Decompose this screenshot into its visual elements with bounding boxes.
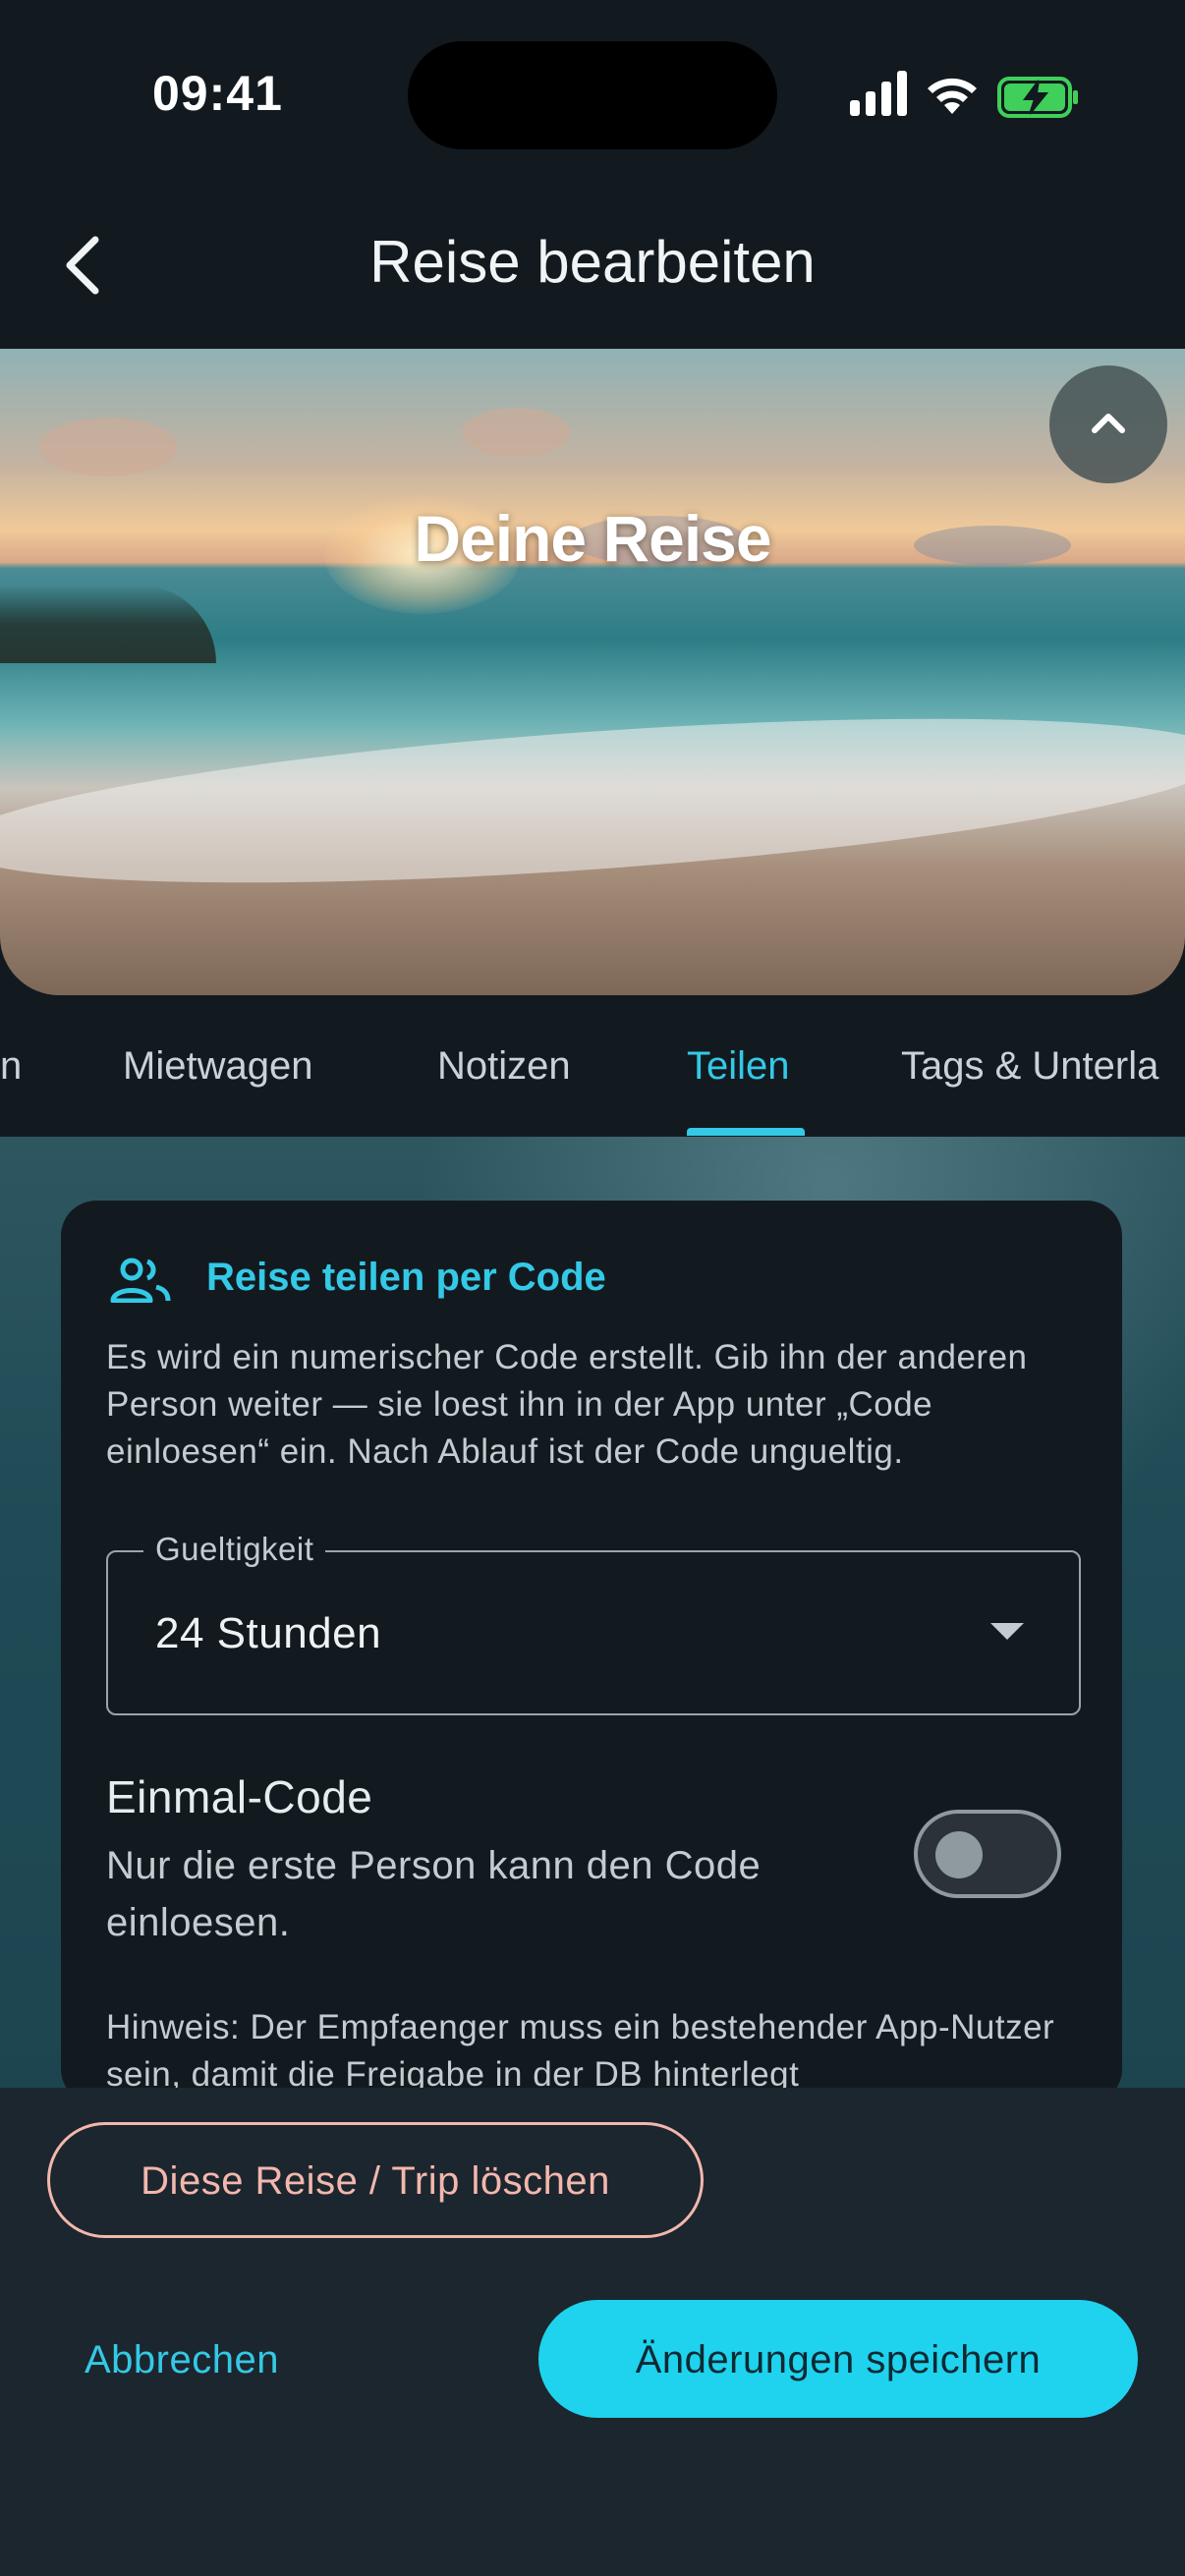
- people-icon: [110, 1258, 171, 1303]
- one-time-code-description: Nur die erste Person kann den Code einlo…: [106, 1844, 762, 1944]
- validity-value: 24 Stunden: [155, 1609, 382, 1657]
- palm-shoreline: [0, 585, 216, 663]
- wifi-icon: [928, 78, 977, 114]
- active-tab-indicator: [687, 1128, 805, 1136]
- tab-partial[interactable]: n: [0, 1044, 22, 1089]
- tab-notizen[interactable]: Notizen: [437, 1044, 571, 1089]
- tab-teilen[interactable]: Teilen: [687, 1044, 790, 1089]
- save-changes-label: Änderungen speichern: [635, 2338, 1042, 2381]
- share-card-heading: Reise teilen per Code: [206, 1256, 606, 1299]
- cellular-signal-icon: [850, 71, 907, 116]
- delete-trip-label: Diese Reise / Trip löschen: [141, 2159, 610, 2203]
- share-card-description: Es wird ein numerischer Code erstellt. G…: [106, 1338, 1028, 1471]
- cancel-button[interactable]: Abbrechen: [85, 2338, 279, 2382]
- battery-charging-icon: [997, 77, 1078, 118]
- dropdown-arrow-icon[interactable]: [990, 1623, 1024, 1640]
- collapse-button[interactable]: [1049, 365, 1167, 483]
- chevron-up-icon: [1092, 414, 1125, 433]
- tab-mietwagen[interactable]: Mietwagen: [123, 1044, 312, 1089]
- validity-label: Gueltigkeit: [143, 1531, 326, 1568]
- cloud: [39, 418, 177, 476]
- wave-foam: [0, 687, 1185, 915]
- hero-beach-image: [0, 349, 1185, 995]
- dynamic-island: [408, 41, 777, 149]
- toggle-knob: [935, 1831, 983, 1878]
- one-time-code-title: Einmal-Code: [106, 1771, 373, 1822]
- status-time: 09:41: [152, 66, 283, 121]
- tab-tags-unterlagen[interactable]: Tags & Unterla: [901, 1044, 1158, 1089]
- cloud: [462, 408, 570, 457]
- tab-bar: n Mietwagen Notizen Teilen Tags & Unterl…: [0, 995, 1185, 1139]
- hero-title: Deine Reise: [414, 502, 771, 575]
- share-hint-text: Hinweis: Der Empfaenger muss ein bestehe…: [106, 2008, 1055, 2094]
- page-title: Reise bearbeiten: [369, 229, 816, 295]
